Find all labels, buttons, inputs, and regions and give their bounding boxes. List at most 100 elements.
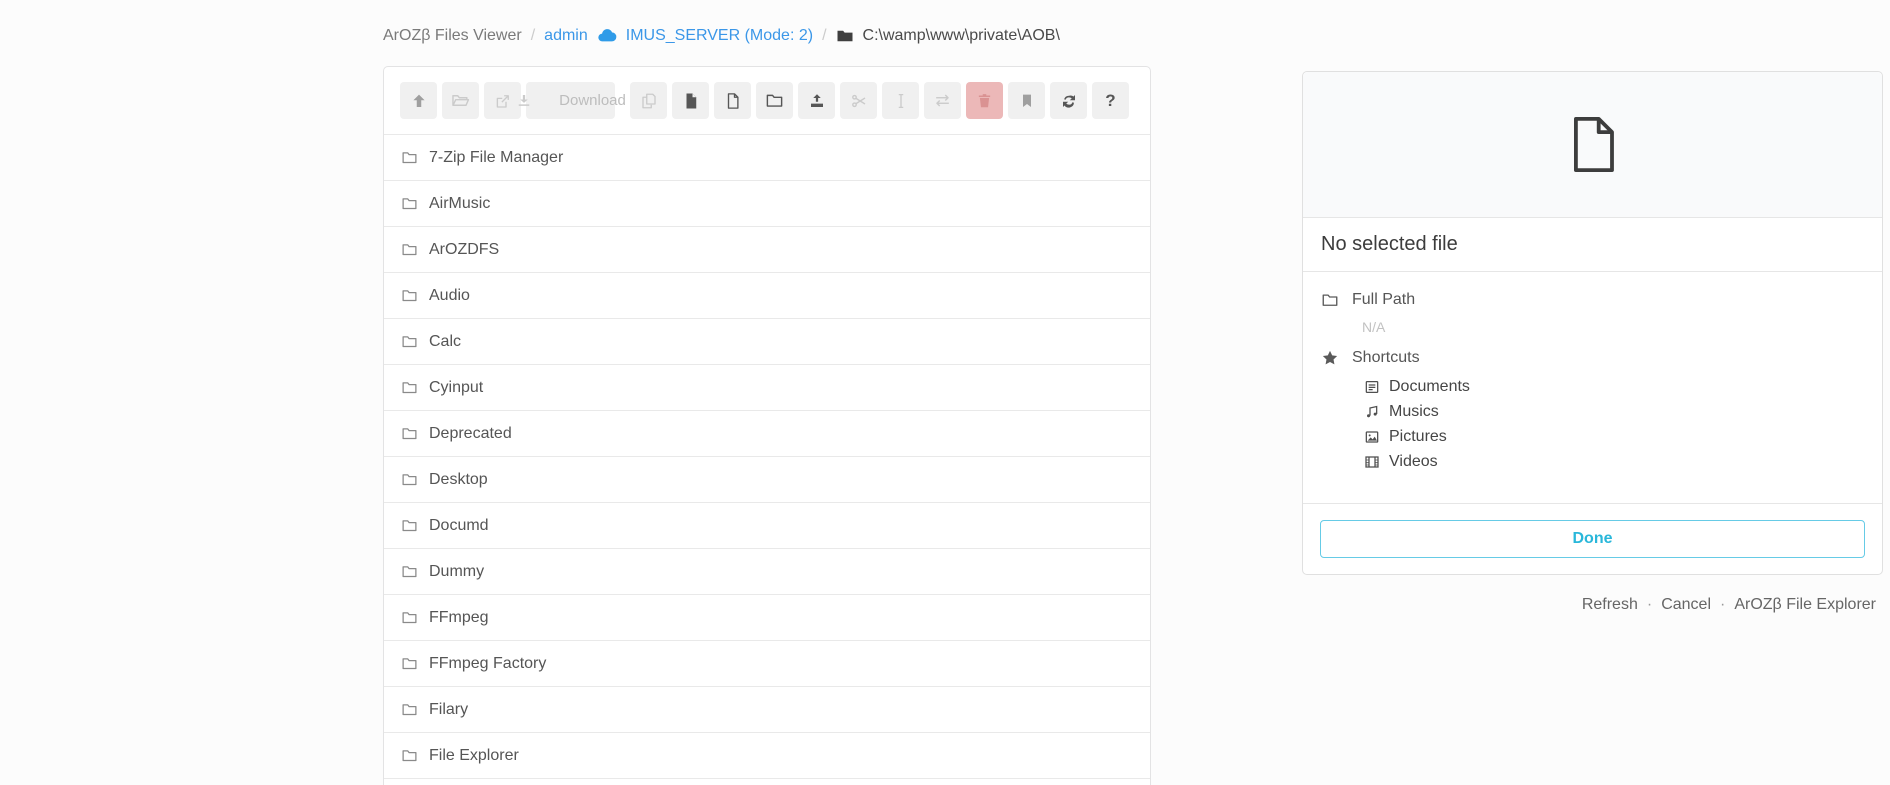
app-title: ArOZβ Files Viewer (383, 25, 522, 47)
done-button[interactable]: Done (1320, 520, 1865, 558)
folder-icon (401, 655, 418, 672)
folder-icon (401, 287, 418, 304)
shortcut-musics[interactable]: Musics (1364, 399, 1864, 424)
file-name: FFmpeg (429, 609, 489, 627)
selected-file-title: No selected file (1303, 218, 1882, 272)
folder-icon (401, 425, 418, 442)
new-file-button[interactable] (714, 82, 751, 119)
external-link-icon (494, 92, 512, 110)
bookmark-icon (1019, 93, 1035, 109)
help-button[interactable]: ? (1092, 82, 1129, 119)
cut-button[interactable] (840, 82, 877, 119)
cancel-link[interactable]: Cancel (1661, 596, 1711, 614)
file-list-panel: Download (383, 66, 1151, 785)
file-preview-panel: No selected file Full Path N/A Shortcuts (1302, 71, 1883, 575)
file-name: Calc (429, 333, 461, 351)
table-row[interactable]: Documd (384, 502, 1150, 548)
folder-icon (401, 149, 418, 166)
i-beam-icon (892, 92, 910, 110)
upload-icon (808, 92, 826, 110)
question-mark-icon: ? (1105, 92, 1115, 109)
shortcuts-label: Shortcuts (1352, 349, 1420, 367)
file-name: ArOZDFS (429, 241, 499, 259)
table-row[interactable]: Calc (384, 318, 1150, 364)
shortcut-label: Pictures (1389, 428, 1447, 446)
shortcuts-row: Shortcuts (1321, 348, 1864, 368)
separator-dot: · (1720, 596, 1725, 614)
breadcrumb-user-link[interactable]: admin (544, 25, 588, 47)
new-folder-button[interactable] (756, 82, 793, 119)
star-icon (1321, 349, 1339, 367)
scissors-icon (850, 92, 868, 110)
shortcut-label: Videos (1389, 453, 1438, 471)
footer-links: Refresh · Cancel · ArOZβ File Explorer (1582, 596, 1876, 614)
file-name: 7-Zip File Manager (429, 149, 563, 167)
table-row[interactable] (384, 778, 1150, 785)
table-row[interactable]: Deprecated (384, 410, 1150, 456)
folder-icon (401, 333, 418, 350)
shortcut-pictures[interactable]: Pictures (1364, 424, 1864, 449)
shortcut-documents[interactable]: Documents (1364, 374, 1864, 399)
table-row[interactable]: Cyinput (384, 364, 1150, 410)
file-name: Filary (429, 701, 468, 719)
rename-button[interactable] (882, 82, 919, 119)
table-row[interactable]: FFmpeg Factory (384, 640, 1150, 686)
paste-icon (682, 92, 700, 110)
file-name: Desktop (429, 471, 488, 489)
folder-icon (401, 517, 418, 534)
table-row[interactable]: File Explorer (384, 732, 1150, 778)
files-viewer-window: ArOZβ Files Viewer / admin IMUS_SERVER (… (0, 0, 1890, 785)
folder-icon (836, 27, 854, 45)
table-row[interactable]: Desktop (384, 456, 1150, 502)
copy-icon (640, 92, 658, 110)
film-icon (1364, 454, 1380, 470)
bookmark-button[interactable] (1008, 82, 1045, 119)
parent-directory-button[interactable] (400, 82, 437, 119)
download-icon (515, 92, 533, 110)
image-icon (1364, 429, 1380, 445)
file-details: Full Path N/A Shortcuts Documents (1303, 272, 1882, 504)
file-name: FFmpeg Factory (429, 655, 546, 673)
file-name: Audio (429, 287, 470, 305)
download-label: Download (559, 92, 626, 109)
table-row[interactable]: Dummy (384, 548, 1150, 594)
current-path: C:\wamp\www\private\AOB\ (863, 25, 1060, 47)
breadcrumb-server-link[interactable]: IMUS_SERVER (Mode: 2) (626, 25, 813, 47)
table-row[interactable]: AirMusic (384, 180, 1150, 226)
folder-icon (401, 563, 418, 580)
folder-icon (401, 471, 418, 488)
upload-button[interactable] (798, 82, 835, 119)
delete-button[interactable] (966, 82, 1003, 119)
paste-button[interactable] (672, 82, 709, 119)
documents-icon (1364, 379, 1380, 395)
folder-icon (401, 241, 418, 258)
file-icon (1570, 116, 1616, 173)
file-name: Deprecated (429, 425, 512, 443)
aroz-file-explorer-link[interactable]: ArOZβ File Explorer (1734, 596, 1876, 614)
file-name: Documd (429, 517, 489, 535)
refresh-icon (1060, 92, 1078, 110)
folder-icon (401, 701, 418, 718)
separator-dot: · (1647, 596, 1652, 614)
refresh-link[interactable]: Refresh (1582, 596, 1638, 614)
open-button[interactable] (442, 82, 479, 119)
folder-icon (401, 195, 418, 212)
folder-icon (401, 379, 418, 396)
move-button[interactable] (924, 82, 961, 119)
folder-outline-icon (1321, 291, 1339, 309)
breadcrumb-separator: / (531, 25, 535, 47)
copy-button[interactable] (630, 82, 667, 119)
refresh-button[interactable] (1050, 82, 1087, 119)
download-button[interactable]: Download (526, 82, 615, 119)
full-path-label: Full Path (1352, 291, 1415, 309)
table-row[interactable]: 7-Zip File Manager (384, 134, 1150, 180)
table-row[interactable]: FFmpeg (384, 594, 1150, 640)
table-row[interactable]: ArOZDFS (384, 226, 1150, 272)
folder-icon (401, 747, 418, 764)
folder-outline-icon (765, 91, 784, 110)
shortcut-label: Documents (1389, 378, 1470, 396)
exchange-arrows-icon (933, 91, 952, 110)
table-row[interactable]: Filary (384, 686, 1150, 732)
table-row[interactable]: Audio (384, 272, 1150, 318)
shortcut-videos[interactable]: Videos (1364, 449, 1864, 474)
